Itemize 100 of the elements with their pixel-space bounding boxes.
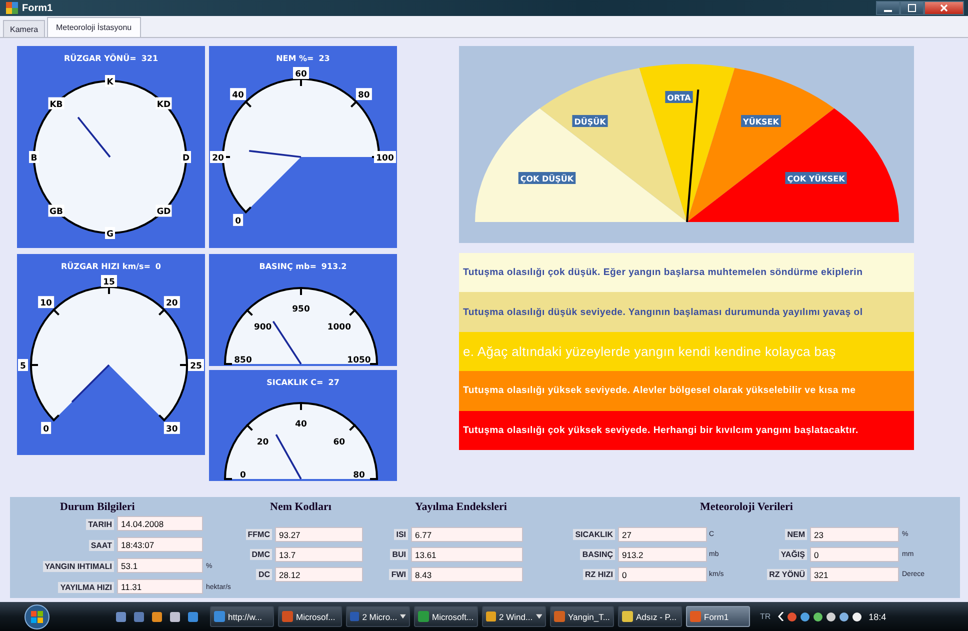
start-button[interactable] [22,602,52,630]
needle [272,320,302,364]
input-field[interactable]: 8.43 [411,567,523,582]
gauge-value: 0 [155,262,161,270]
section-title: Yayılma Endeksleri [415,500,507,515]
quick-launch-icon[interactable] [132,610,146,624]
input-field[interactable]: 11.31 [117,579,203,594]
field-label: DC [256,569,272,580]
input-field[interactable]: 0 [618,567,707,582]
field-label: FWI [389,569,408,580]
needle [71,364,110,403]
needle [275,434,302,480]
scale-label: 0 [240,470,246,480]
field-label: BASINÇ [580,549,615,560]
scale-label: 0 [41,422,52,434]
segment-label: ÇOK DÜŞÜK [518,172,576,184]
section-title: Meteoroloji Verileri [700,500,793,515]
maximize-icon [908,4,916,12]
scale-label: 5 [18,359,28,372]
taskbar-button[interactable]: 2 Micro... [346,606,410,627]
needle [249,150,302,158]
input-field[interactable]: 18:43:07 [117,537,203,552]
maximize-button[interactable] [900,1,924,15]
taskbar-button[interactable]: Microsof... [278,606,342,627]
input-field[interactable]: 321 [810,567,899,582]
message-text: Tutuşma olasılığı çok yüksek seviyede. Herhangi bir kıvılcım yangını başlatacaktır. [463,424,858,436]
app-icon [486,611,496,622]
scale-label: 15 [101,275,117,288]
scale-label: 100 [374,151,396,164]
scale-label: 25 [188,359,204,372]
direction-label: KD [156,97,172,110]
tab[interactable]: Meteoroloji İstasyonu [47,17,141,37]
scale-label: 0 [233,214,244,226]
field-label: YANGIN IHTIMALI [42,560,114,572]
input-field[interactable]: 14.04.2008 [117,516,203,531]
input-field[interactable]: 23 [810,527,899,542]
taskbar-button[interactable]: Form1 [686,606,750,627]
scale-label: 1000 [327,322,352,332]
input-field[interactable]: 27 [618,527,707,542]
message-text: e. Ağaç altındaki yüzeylerde yangın kendi kendine kolayca baş [463,344,836,359]
app-icon [622,611,633,622]
input-field[interactable]: 13.61 [411,547,523,562]
direction-label: KB [48,97,64,110]
language-indicator[interactable]: TR [760,612,771,621]
input-field[interactable]: 0 [810,547,899,562]
scale-label: 900 [254,322,272,332]
input-field[interactable]: 13.7 [275,547,363,562]
app-icon [554,611,565,622]
taskbar-button[interactable]: Adsız - P... [618,606,682,627]
direction-label: D [181,151,191,164]
quick-launch-icon[interactable] [168,610,182,624]
app-icon [6,2,18,14]
field-label: DMC [250,549,272,560]
tray-icon [826,612,836,622]
taskbar-button[interactable]: 2 Wind... [482,606,546,627]
tray-icon [800,612,810,622]
scale-label: 80 [353,470,365,480]
caret-icon [400,614,406,619]
app-icon [690,611,701,622]
scale-label: 950 [292,304,310,314]
taskbar-button[interactable]: http://w... [210,606,274,627]
quick-launch-icon[interactable] [114,610,128,624]
quick-launch-icon[interactable] [186,610,200,624]
input-field[interactable]: 53.1 [117,558,203,573]
chevron-icon [778,612,784,621]
field-label: ISI [394,529,408,540]
field-label: RZ YÖNÜ [767,569,807,580]
input-field[interactable]: 6.77 [411,527,523,542]
input-field[interactable]: 93.27 [275,527,363,542]
gauge-value: 27 [328,378,340,386]
needle [77,116,111,158]
scale-label: 10 [38,296,54,309]
tray-icon [838,612,849,622]
tray-icon [786,612,797,622]
taskbar-button[interactable]: Yangin_T... [550,606,614,627]
segment-label: DÜŞÜK [572,115,608,127]
input-field[interactable]: 28.12 [275,567,363,582]
window-title: Form1 [22,2,53,14]
clock[interactable]: 18:4 [868,612,886,622]
app-icon [350,611,360,622]
taskbar-button[interactable]: Microsoft... [414,606,478,627]
minimize-button[interactable] [876,1,900,15]
scale-label: 60 [333,437,346,448]
close-button[interactable] [924,1,964,15]
input-field[interactable]: 913.2 [618,547,707,562]
direction-label: B [29,151,39,164]
section-title: Durum Bilgileri [60,500,135,515]
gauge-value: 321 [141,54,158,62]
scale-label: 30 [164,422,180,434]
segment-label: YÜKSEK [741,115,781,127]
gauge-title: RÜZGAR HIZI km/s= [60,262,150,270]
app-icon [418,611,429,622]
quick-launch-icon[interactable] [150,610,164,624]
app-icon [282,611,293,622]
tab[interactable]: Kamera [3,20,46,37]
field-label: TARIH [86,518,114,530]
message-text: Tutuşma olasılığı yüksek seviyede. Alevler bölgesel olarak yükselebilir ve kısa me [463,385,856,396]
scale-label: 80 [356,88,372,101]
gauge-title: RÜZGAR YÖNÜ= [64,54,136,62]
scale-label: 1050 [347,356,371,366]
